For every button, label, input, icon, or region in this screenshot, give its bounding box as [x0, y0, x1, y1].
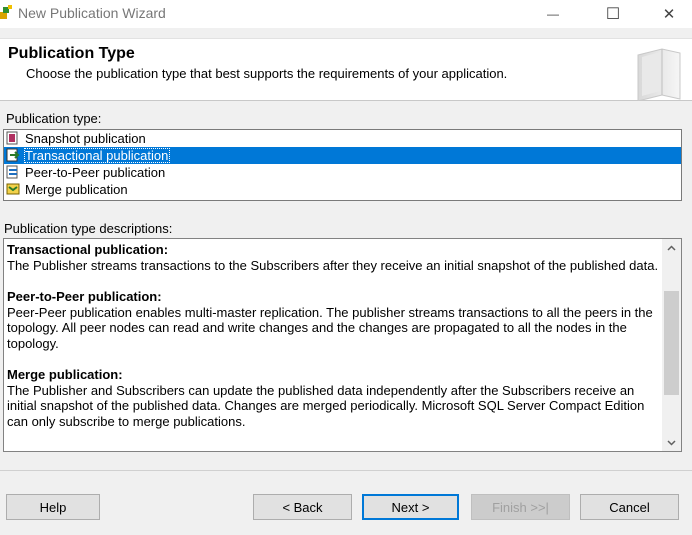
window-title: New Publication Wizard: [18, 5, 166, 21]
merge-icon: [6, 183, 20, 195]
close-button[interactable]: ✕: [646, 0, 692, 28]
description-panel[interactable]: Transactional publication: The Publisher…: [3, 238, 682, 452]
section-heading: Merge publication:: [7, 367, 123, 382]
snapshot-icon: [6, 131, 18, 145]
wizard-app-icon: [0, 5, 12, 19]
peer-to-peer-icon: [6, 165, 18, 179]
close-icon: ✕: [662, 6, 676, 23]
chevron-up-icon: [667, 244, 676, 251]
list-item-label: Peer-to-Peer publication: [25, 165, 166, 180]
maximize-icon: ☐: [605, 6, 621, 23]
maximize-button[interactable]: ☐: [590, 0, 636, 28]
list-item-label: Merge publication: [25, 182, 128, 197]
list-item-label: Snapshot publication: [25, 131, 146, 146]
descriptions-label: Publication type descriptions:: [4, 221, 173, 236]
next-button[interactable]: Next >: [362, 494, 459, 520]
description-text: Transactional publication: The Publisher…: [7, 242, 662, 450]
description-section: Peer-to-Peer publication: Peer-Peer publ…: [7, 289, 662, 351]
publication-type-list[interactable]: Snapshot publication Transactional publi…: [3, 129, 682, 201]
footer-divider: [0, 470, 692, 471]
list-item-snapshot[interactable]: Snapshot publication: [4, 130, 681, 147]
cancel-button[interactable]: Cancel: [580, 494, 679, 520]
vertical-scrollbar[interactable]: [662, 239, 681, 451]
list-item-merge[interactable]: Merge publication: [4, 181, 681, 198]
scroll-down-button[interactable]: [662, 434, 681, 451]
section-heading: Peer-to-Peer publication:: [7, 289, 162, 304]
list-item-transactional[interactable]: Transactional publication: [4, 147, 681, 164]
transactional-icon: [6, 148, 20, 162]
back-button[interactable]: < Back: [253, 494, 352, 520]
minimize-icon: —: [547, 7, 559, 21]
description-section: Transactional publication: The Publisher…: [7, 242, 662, 273]
wizard-header: Publication Type Choose the publication …: [0, 38, 692, 101]
list-item-label: Transactional publication: [24, 148, 171, 163]
minimize-button[interactable]: —: [530, 0, 576, 28]
description-section: Merge publication: The Publisher and Sub…: [7, 367, 662, 429]
finish-button[interactable]: Finish >>|: [471, 494, 570, 520]
list-item-peer-to-peer[interactable]: Peer-to-Peer publication: [4, 164, 681, 181]
chevron-down-icon: [667, 439, 676, 446]
publication-type-label: Publication type:: [6, 111, 102, 126]
page-title: Publication Type: [8, 45, 135, 62]
help-button[interactable]: Help: [6, 494, 100, 520]
section-text: The Publisher streams transactions to th…: [7, 257, 659, 273]
section-text: The Publisher and Subscribers can update…: [7, 382, 645, 429]
page-subtitle: Choose the publication type that best su…: [26, 66, 508, 81]
section-text: Peer-Peer publication enables multi-mast…: [7, 304, 653, 351]
title-bar: New Publication Wizard — ☐ ✕: [0, 0, 692, 28]
scroll-thumb[interactable]: [664, 291, 679, 395]
scroll-up-button[interactable]: [662, 239, 681, 256]
publication-book-icon: [637, 48, 681, 101]
section-heading: Transactional publication:: [7, 242, 169, 257]
